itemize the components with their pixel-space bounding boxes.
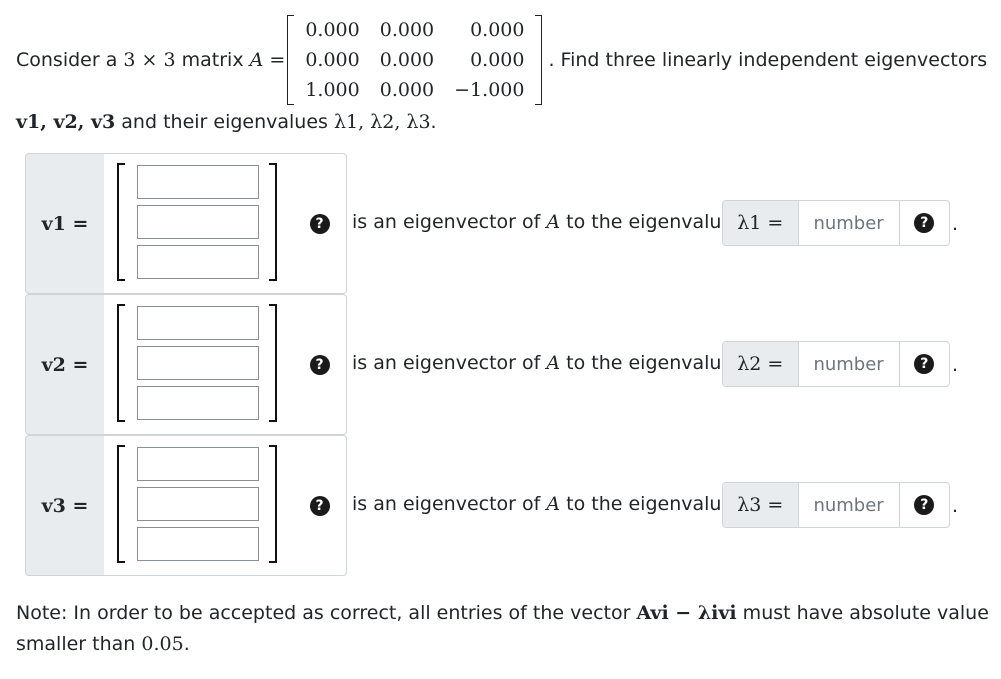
matrix-cell: 0.000 (379, 48, 435, 71)
vector-label-text: v1 = (41, 212, 89, 235)
eigenvector-statement: is an eigenvector of A to the eigenvalue (352, 211, 733, 233)
eigen-row-1: v1 = ? is an eigenvector of A to the eig… (25, 153, 975, 294)
eigenvalue-group-3: λ3 = ? (722, 482, 950, 528)
eigenvalue-group-1: λ1 = ? (722, 200, 950, 246)
vector-help-cell-3: ? (293, 435, 347, 576)
note-end: . (183, 633, 190, 655)
v2-entry-2[interactable] (137, 346, 259, 380)
matrix-cell: 0.000 (470, 48, 525, 71)
matrix-cell: 0.000 (379, 78, 435, 101)
eigenvalue-help-cell-3: ? (898, 483, 949, 527)
note-tol: 0.05 (141, 633, 184, 655)
statement-pre: is an eigenvector of (352, 352, 547, 374)
consider-text: Consider a (16, 48, 118, 71)
matrix-row: 0.000 0.000 0.000 (295, 45, 534, 75)
statement-pre: is an eigenvector of (352, 493, 547, 515)
matrix-cell: −1.000 (454, 78, 525, 101)
question-line-2: v1, v2, v3 and their eigenvalues λ1, λ2,… (16, 111, 991, 133)
vector-label-1: v1 = (25, 153, 105, 294)
v2-entry-3[interactable] (137, 386, 259, 420)
matrix-word: matrix (181, 48, 244, 71)
statement-post: to the eigenvalue (560, 211, 734, 233)
matrix-cell: 1.000 (305, 78, 360, 101)
lambdas-list: λ1, λ2, λ3 (333, 111, 431, 133)
eigenvalue-label-2: λ2 = (723, 342, 799, 386)
eigen-row-2: v2 = ? is an eigenvector of A to the eig… (25, 294, 975, 435)
v2-entry-1[interactable] (137, 306, 259, 340)
vector-input-cell-1 (104, 153, 294, 294)
vector-input-cell-2 (104, 294, 294, 435)
v3-entry-1[interactable] (137, 447, 259, 481)
eigen-row-3: v3 = ? is an eigenvector of A to the eig… (25, 435, 975, 576)
vector-bracket (117, 163, 277, 281)
vector-label-3: v3 = (25, 435, 105, 576)
vector-label-text: v2 = (41, 353, 89, 376)
row-period: . (952, 354, 959, 376)
statement-matrix: A (546, 493, 561, 515)
note-expr: Avi − λivi (636, 602, 737, 624)
vector-bracket (117, 304, 277, 422)
statement-post: to the eigenvalue (560, 352, 734, 374)
vector-help-cell-1: ? (293, 153, 347, 294)
equals-sign: = (269, 48, 286, 71)
note-text: Note: In order to be accepted as correct… (16, 598, 991, 660)
matrix-row: 0.000 0.000 0.000 (295, 15, 534, 45)
v1-entry-1[interactable] (137, 165, 259, 199)
matrix-cell: 0.000 (305, 48, 360, 71)
eigenvector-statement: is an eigenvector of A to the eigenvalue (352, 493, 733, 515)
eigenvalues-text: and their eigenvalues (115, 111, 334, 133)
matrix-row: 1.000 0.000 −1.000 (295, 75, 534, 105)
row-period: . (952, 213, 959, 235)
eigenvalue-label-1: λ1 = (723, 201, 799, 245)
vector-input-cell-3 (104, 435, 294, 576)
vectors-list: v1, v2, v3 (16, 111, 116, 133)
vector-help-cell-2: ? (293, 294, 347, 435)
help-icon[interactable]: ? (914, 495, 935, 515)
matrix-cell: 0.000 (470, 18, 525, 41)
vector-bracket (117, 445, 277, 563)
eigenvalue-input-1[interactable] (798, 201, 899, 245)
vector-label-text: v3 = (41, 494, 89, 517)
help-icon[interactable]: ? (309, 213, 330, 234)
note-pre: Note: In order to be accepted as correct… (16, 602, 637, 624)
v3-entry-2[interactable] (137, 487, 259, 521)
help-icon[interactable]: ? (309, 495, 330, 516)
line2-end: . (430, 111, 437, 133)
vector-label-2: v2 = (25, 294, 105, 435)
help-icon[interactable]: ? (914, 354, 935, 374)
help-icon[interactable]: ? (309, 354, 330, 375)
eigenvalue-label-3: λ3 = (723, 483, 799, 527)
v3-entry-3[interactable] (137, 527, 259, 561)
matrix-A: 0.000 0.000 0.000 0.000 0.000 0.000 1.00… (287, 14, 543, 105)
statement-pre: is an eigenvector of (352, 211, 547, 233)
matrix-cell: 0.000 (305, 18, 360, 41)
eigenvector-statement: is an eigenvector of A to the eigenvalue (352, 352, 733, 374)
answer-grid: v1 = ? is an eigenvector of A to the eig… (25, 153, 975, 576)
v1-entry-3[interactable] (137, 245, 259, 279)
v1-entry-2[interactable] (137, 205, 259, 239)
find-text: . Find three linearly independent eigenv… (548, 48, 988, 71)
eigenvalue-group-2: λ2 = ? (722, 341, 950, 387)
statement-matrix: A (546, 352, 561, 374)
eigenvalue-help-cell-2: ? (898, 342, 949, 386)
question-text: Consider a 3 × 3 matrix A = 0.000 0.000 … (16, 12, 991, 133)
matrix-cell: 0.000 (379, 18, 435, 41)
eigenvalue-input-3[interactable] (798, 483, 899, 527)
statement-post: to the eigenvalue (560, 493, 734, 515)
eigenvalue-input-2[interactable] (798, 342, 899, 386)
help-icon[interactable]: ? (914, 213, 935, 233)
eigenvalue-help-cell-1: ? (898, 201, 949, 245)
question-line-1: Consider a 3 × 3 matrix A = 0.000 0.000 … (16, 12, 991, 107)
matrix-name: A (249, 48, 264, 71)
row-period: . (952, 495, 959, 517)
statement-matrix: A (546, 211, 561, 233)
matrix-dims: 3 × 3 (123, 48, 176, 71)
